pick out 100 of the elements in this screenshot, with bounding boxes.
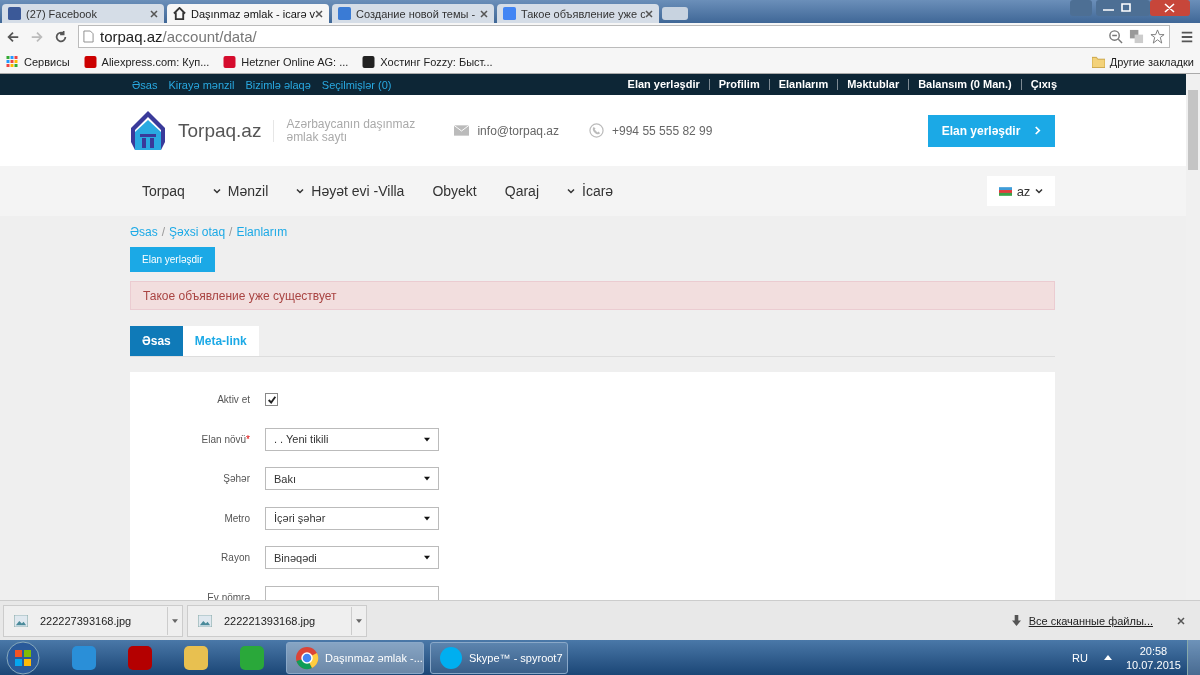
email-text: info@torpaq.az (477, 123, 559, 138)
error-alert: Такое объявление уже существует (130, 281, 1055, 310)
account-link[interactable]: Elan yerləşdir (618, 79, 709, 90)
nav-menu-item[interactable]: Qaraj (504, 183, 539, 199)
select-field[interactable]: Binəqədi (265, 546, 439, 570)
nav-menu-item[interactable]: İcarə (567, 183, 614, 199)
bookmark[interactable]: Сервисы (6, 55, 70, 68)
breadcrumb-separator: / (161, 225, 166, 239)
apps-grid-icon (6, 55, 19, 68)
page-icon (83, 30, 94, 43)
account-link[interactable]: Balansım (0 Man.) (908, 79, 1021, 90)
bookmark[interactable]: Aliexpress.com: Куп... (83, 55, 210, 68)
download-icon (1011, 615, 1021, 626)
dropdown-arrow-icon (424, 555, 430, 561)
address-bar[interactable]: torpaq.az/account/data/ (78, 25, 1170, 48)
close-icon[interactable] (480, 9, 488, 18)
site-logo-text[interactable]: Torpaq.az (178, 119, 275, 142)
window-controls-drawing[interactable] (1070, 0, 1190, 18)
image-file-icon (14, 614, 28, 627)
select-field[interactable]: . . Yeni tikili (265, 427, 439, 451)
bookmark[interactable]: Hetzner Online AG: ... (223, 55, 349, 68)
bookmark-folder[interactable]: Другие закладки (1091, 55, 1194, 68)
select-field[interactable]: Bakı (265, 467, 439, 491)
browser-tab[interactable]: Создание новой темы - (332, 4, 494, 23)
site-icon (8, 7, 21, 20)
star-icon[interactable] (1150, 29, 1165, 44)
field-label: Rayon (220, 552, 251, 564)
tagline: Azərbaycanın daşınmaz (286, 117, 417, 131)
chevron-right-icon (1034, 126, 1042, 135)
app-icon[interactable] (70, 643, 98, 672)
back-icon[interactable] (6, 29, 20, 44)
site-icon (83, 55, 97, 68)
site-icon (223, 55, 237, 68)
phone-text: +994 55 555 82 99 (612, 123, 713, 138)
top-link[interactable]: Bizimlə əlaqə (245, 78, 311, 91)
start-button-icon[interactable] (6, 640, 40, 675)
field-label: Elan növü* (200, 433, 251, 445)
reload-icon[interactable] (54, 29, 68, 44)
translate-icon[interactable] (1129, 29, 1144, 44)
image-file-icon (198, 614, 212, 627)
dropdown-arrow-icon (424, 515, 430, 521)
browser-tab[interactable]: Daşınmaz əmlak - icarə v (167, 4, 329, 23)
download-item[interactable]: 222221393168.jpg (187, 604, 367, 637)
nav-menu-item[interactable]: Həyət evi -Villa (296, 183, 405, 199)
all-downloads-link[interactable]: Все скачанные файлы... (1028, 614, 1153, 627)
tray-arrow-icon[interactable] (1103, 655, 1112, 660)
account-link[interactable]: Profilim (708, 79, 769, 90)
nav-menu-item[interactable]: Mənzil (212, 183, 269, 199)
house-icon (173, 7, 186, 20)
account-link[interactable]: Elanlarım (768, 79, 838, 90)
site-icon (338, 7, 351, 20)
folder-icon (1091, 55, 1105, 68)
close-icon[interactable] (150, 9, 158, 18)
download-item[interactable]: 222227393168.jpg (3, 604, 183, 637)
chevron-down-icon (296, 188, 305, 194)
top-link[interactable]: Əsas (132, 78, 158, 91)
app-icon[interactable] (182, 643, 210, 672)
account-link[interactable]: Çıxış (1020, 79, 1057, 90)
input-language[interactable]: RU (1072, 651, 1088, 664)
top-link[interactable]: Kirayə mənzil (168, 78, 235, 91)
browser-logo-icon (295, 645, 319, 670)
chevron-down-icon (1035, 188, 1044, 194)
scrollbar[interactable] (1186, 74, 1200, 600)
dropdown-arrow-icon (424, 436, 430, 442)
taskbar-window[interactable]: Skype™ - spyroot7 (430, 641, 568, 674)
select-field[interactable]: İçəri şəhər (265, 506, 439, 530)
language-selector[interactable]: az (987, 176, 1055, 206)
envelope-icon (454, 125, 470, 136)
show-desktop-button[interactable] (1187, 640, 1200, 675)
menu-icon[interactable] (1180, 29, 1194, 44)
active-checkbox[interactable] (265, 393, 278, 407)
nav-menu-item[interactable]: Obyekt (432, 183, 477, 199)
chevron-down-icon (212, 188, 221, 194)
account-link[interactable]: Məktublar (837, 79, 909, 90)
zoom-out-icon[interactable] (1108, 29, 1123, 44)
field-label: Aktiv et (216, 394, 251, 406)
site-icon (362, 55, 376, 68)
chat-app-icon (439, 645, 463, 670)
house-logo-icon[interactable] (130, 109, 166, 152)
phone-icon (589, 123, 604, 138)
field-label: Metro (223, 512, 251, 524)
site-icon (503, 7, 516, 20)
flag-icon (998, 186, 1012, 196)
field-label: Ev nömrə (206, 591, 251, 600)
dropdown-arrow-icon (424, 476, 430, 482)
nav-menu-item[interactable]: Torpaq (142, 183, 185, 199)
browser-tab[interactable]: (27) Facebook (2, 4, 164, 23)
browser-tab[interactable]: Такое объявление уже с (497, 4, 659, 23)
bookmark[interactable]: Хостинг Fozzy: Быст... (362, 55, 493, 68)
field-label: Şəhər (222, 473, 251, 485)
chevron-down-icon (567, 188, 575, 194)
top-link[interactable]: Seçilmişlər (0) (321, 78, 392, 91)
close-icon[interactable] (1177, 616, 1185, 625)
breadcrumb-separator: / (229, 225, 233, 239)
tagline: əmlak saytı (286, 130, 348, 144)
clock[interactable]: 20:58 10.07.2015 (1125, 643, 1181, 672)
form-tab[interactable]: Əsas (130, 326, 183, 356)
close-icon[interactable] (645, 9, 653, 18)
app-icon[interactable] (238, 643, 266, 672)
close-icon[interactable] (315, 9, 323, 18)
